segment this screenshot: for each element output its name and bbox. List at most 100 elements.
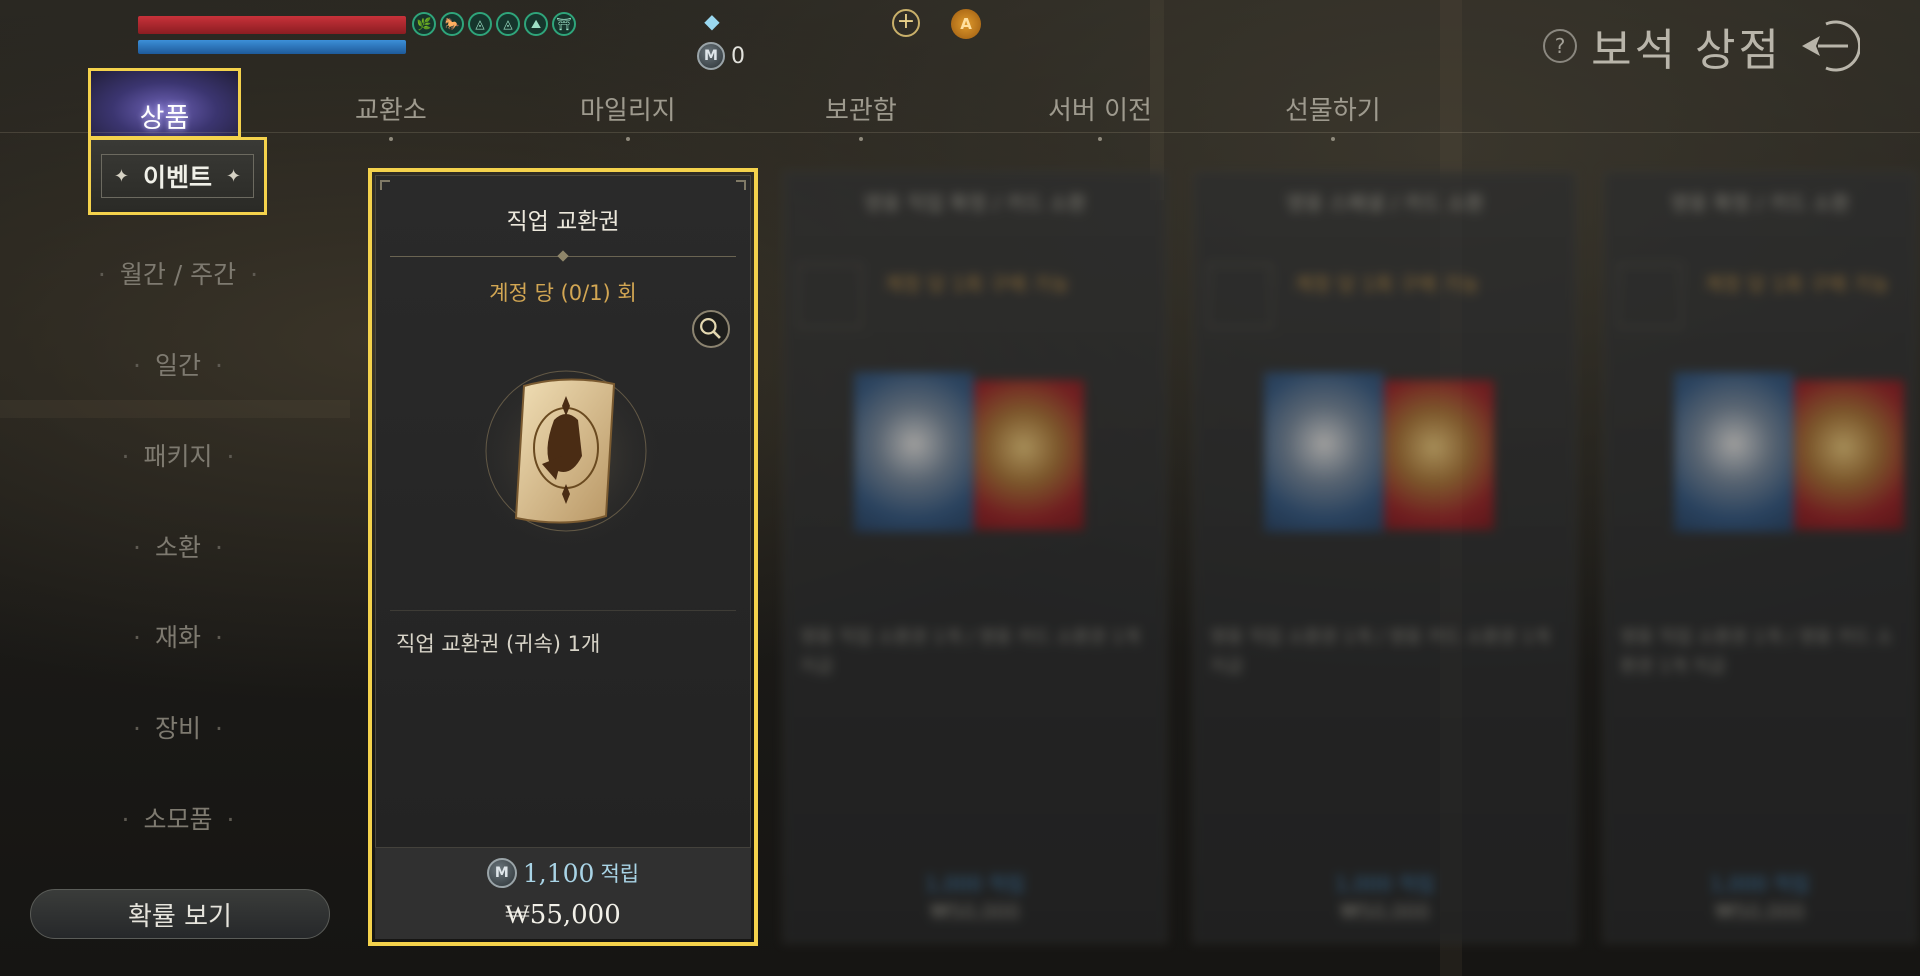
buff-list: 🌿 🐎 ◬ ◬ ⛰ ⛩ [412,12,576,36]
tab-dot [1097,137,1102,141]
blue-card-image [854,372,974,532]
tab-label: 보관함 [825,96,897,126]
red-card-image [974,380,1084,530]
item-thumbnail [798,264,862,328]
gem-icon[interactable]: ◆ [697,9,727,33]
scroll-icon [471,361,661,546]
purchase-limit: 계정 당 1회 구매 가능 [1294,272,1480,296]
sparkle-icon: ✦ [113,165,129,187]
card-body: 직업 교환권 계정 당 (0/1) 회 직업 교환권 (귀속) 1개 [375,175,751,939]
points-value: 1,000 적립 [1334,872,1436,896]
back-arrow-icon[interactable] [1796,18,1860,74]
price: ₩50,000 [930,900,1020,924]
tab-label: 마일리지 [580,96,676,126]
card-artwork [854,372,1094,532]
price: ₩50,000 [1340,900,1430,924]
plus-icon[interactable]: + [892,9,920,37]
price: ₩55,000 [505,900,621,930]
product-card[interactable]: 영웅 직업 확정 / 카드 소환 계정 당 1회 구매 가능 영웅 직업 소환권… [780,168,1170,946]
blue-card-image [1674,372,1794,532]
store-title-bar: ? 보석 상점 [1543,14,1860,78]
tab-dot [1330,137,1335,141]
price: ₩50,000 [1715,900,1805,924]
sidebar-item-summon[interactable]: 소환 [0,528,356,564]
sidebar-item-event[interactable]: ✦ 이벤트 ✦ [88,137,267,215]
purchase-limit: 계정 당 1회 구매 가능 [884,272,1070,296]
tab-dot [625,137,630,141]
blue-card-image [1264,372,1384,532]
tab-server-transfer[interactable]: 서버 이전 [1048,90,1152,141]
badge-icon[interactable]: A [951,9,981,39]
sidebar-item-equipment[interactable]: 장비 [0,709,356,745]
hp-bar [138,16,406,34]
points-value: 1,100 [522,858,595,888]
card-description: 영웅 직업 소환권 1개 / 영웅 카드 소환권 1개 지급 [1620,627,1893,677]
sidebar-item-consumables[interactable]: 소모품 [0,800,356,836]
card-title: 영웅 직업 확정 / 카드 소환 [863,191,1087,215]
mp-bar [138,40,406,54]
card-artwork [1264,372,1504,532]
sidebar-item-daily[interactable]: 일간 [0,346,356,382]
category-sidebar: ✦ 이벤트 ✦ 월간 / 주간 일간 패키지 소환 재화 장비 소모품 확률 보… [0,137,350,976]
buff-icon[interactable]: ⛰ [524,12,548,36]
mileage-value: 0 [731,43,745,69]
item-thumbnail [1618,264,1682,328]
tab-storage[interactable]: 보관함 [825,90,897,141]
buff-icon[interactable]: ⛩ [552,12,576,36]
card-description: 직업 교환권 (귀속) 1개 [396,632,601,656]
view-probability-button[interactable]: 확률 보기 [30,889,330,939]
points-value: 1,000 적립 [1709,872,1811,896]
sidebar-item-package[interactable]: 패키지 [0,437,356,473]
tab-gift[interactable]: 선물하기 [1285,90,1381,141]
sidebar-item-currency[interactable]: 재화 [0,618,356,654]
card-title: 영웅 스페셜 / 카드 소환 [1286,191,1484,215]
sidebar-item-monthly-weekly[interactable]: 월간 / 주간 [0,255,356,291]
card-body: 영웅 스페셜 / 카드 소환 계정 당 1회 구매 가능 영웅 직업 소환권 1… [1193,171,1577,943]
buff-icon[interactable]: ◬ [496,12,520,36]
item-thumbnail [1208,264,1272,328]
card-title: 영웅 확정 / 카드 소환 [1670,191,1850,215]
card-corner [380,180,390,190]
purchase-limit: 계정 당 (0/1) 회 [489,281,637,305]
tabs-divider [0,132,1920,133]
tab-label: 서버 이전 [1048,96,1152,126]
tab-dot [388,137,393,141]
buff-icon[interactable]: 🐎 [440,12,464,36]
help-icon[interactable]: ? [1543,29,1578,63]
red-card-image [1794,380,1904,530]
product-card-class-exchange[interactable]: 직업 교환권 계정 당 (0/1) 회 직업 교환권 (귀속) 1개 M 1,1… [368,168,758,946]
tab-exchange[interactable]: 교환소 [355,90,427,141]
tab-label: 선물하기 [1285,96,1381,126]
mileage-display: M 0 [697,42,745,70]
purchase-limit: 계정 당 1회 구매 가능 [1704,272,1890,296]
zoom-icon[interactable] [692,310,730,348]
card-description: 영웅 직업 소환권 1개 / 영웅 카드 소환권 1개 지급 [800,627,1140,677]
card-body: 영웅 직업 확정 / 카드 소환 계정 당 1회 구매 가능 영웅 직업 소환권… [783,171,1167,943]
sidebar-item-label: 이벤트 [142,163,212,192]
product-card[interactable]: 영웅 스페셜 / 카드 소환 계정 당 1회 구매 가능 영웅 직업 소환권 1… [1190,168,1580,946]
main-tabs: 교환소 마일리지 보관함 서버 이전 선물하기 [90,70,1920,141]
mileage-points: M 1,100 적립 [375,858,751,888]
top-hud: 🌿 🐎 ◬ ◬ ⛰ ⛩ ◆ M 0 + A ? 보석 상점 [0,0,1920,76]
sparkle-icon: ✦ [226,165,242,187]
tab-mileage[interactable]: 마일리지 [580,90,676,141]
product-card[interactable]: 영웅 확정 / 카드 소환 계정 당 1회 구매 가능 영웅 직업 소환권 1개… [1600,168,1920,946]
tab-label: 교환소 [355,96,427,126]
points-label: 적립 [600,862,640,886]
divider-ornament [557,250,569,262]
buff-icon[interactable]: ◬ [468,12,492,36]
sidebar-item-frame: ✦ 이벤트 ✦ [101,154,254,198]
card-title: 직업 교환권 [506,209,620,235]
buff-icon[interactable]: 🌿 [412,12,436,36]
points-value: 1,000 적립 [924,872,1026,896]
tab-dot [858,137,863,141]
card-corner [736,180,746,190]
mileage-coin-icon: M [697,42,725,70]
page-title: 보석 상점 [1591,25,1782,76]
red-card-image [1384,380,1494,530]
card-description: 영웅 직업 소환권 1개 / 영웅 카드 소환권 1개 지급 [1210,627,1550,677]
card-price-footer: M 1,100 적립 ₩55,000 [375,847,751,939]
card-body: 영웅 확정 / 카드 소환 계정 당 1회 구매 가능 영웅 직업 소환권 1개… [1603,171,1917,943]
desc-divider [390,610,736,611]
card-artwork [1674,372,1914,532]
